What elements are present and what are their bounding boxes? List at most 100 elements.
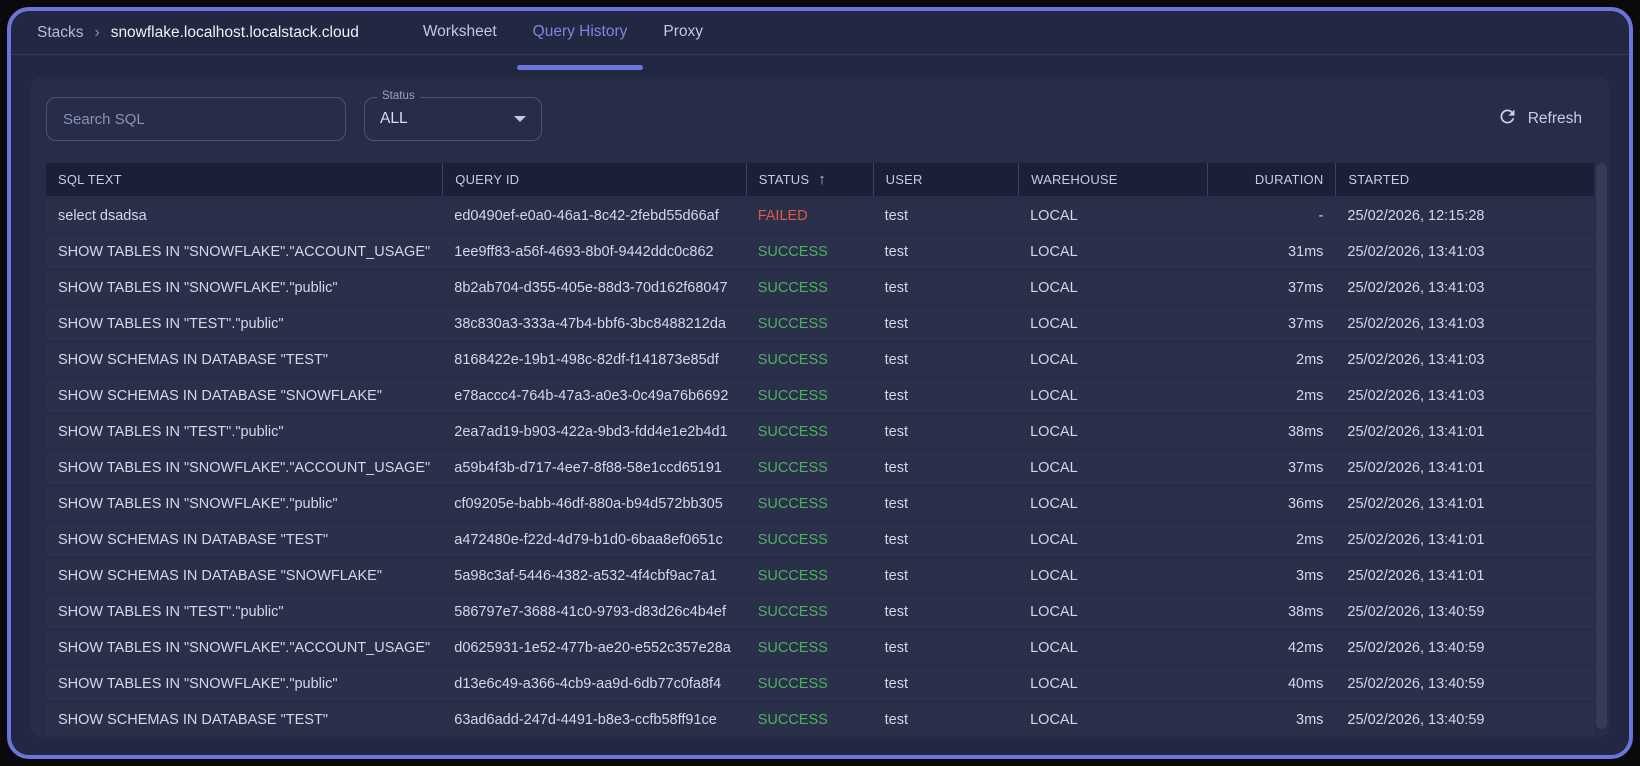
duration-cell: 37ms: [1287, 459, 1324, 476]
query-id-cell: 8b2ab704-d355-405e-88d3-70d162f68047: [454, 279, 728, 296]
column-header-status[interactable]: STATUS ↑: [745, 163, 873, 196]
vertical-scrollbar[interactable]: [1596, 163, 1607, 729]
warehouse-cell: LOCAL: [1030, 603, 1078, 620]
started-cell: 25/02/2026, 13:40:59: [1347, 675, 1485, 692]
query-history-panel: Status ALL Refresh SQL TEXTQUERY IDSTATU…: [30, 77, 1610, 737]
sql-text-cell: SHOW SCHEMAS IN DATABASE "SNOWFLAKE": [58, 567, 382, 584]
started-cell: 25/02/2026, 13:41:01: [1347, 459, 1485, 476]
user-cell: test: [884, 207, 908, 224]
table-row[interactable]: SHOW SCHEMAS IN DATABASE "SNOWFLAKE" e78a…: [46, 379, 1594, 412]
user-cell: test: [884, 675, 908, 692]
query-id-cell: d0625931-1e52-477b-ae20-e552c357e28a: [454, 639, 731, 656]
table-row[interactable]: SHOW TABLES IN "SNOWFLAKE"."ACCOUNT_USAG…: [46, 631, 1594, 664]
status-cell: SUCCESS: [757, 351, 828, 368]
user-cell: test: [884, 711, 908, 728]
table-row[interactable]: SHOW TABLES IN "TEST"."public" 38c830a3-3…: [46, 307, 1594, 340]
sql-text-cell: SHOW TABLES IN "TEST"."public": [58, 423, 284, 440]
duration-cell: 38ms: [1287, 603, 1324, 620]
started-cell: 25/02/2026, 13:41:03: [1347, 351, 1485, 368]
table-row[interactable]: SHOW TABLES IN "TEST"."public" 2ea7ad19-b…: [46, 415, 1594, 448]
column-header-user[interactable]: USER: [872, 163, 1019, 196]
status-cell: SUCCESS: [757, 279, 828, 296]
warehouse-cell: LOCAL: [1030, 531, 1078, 548]
query-id-cell: ed0490ef-e0a0-46a1-8c42-2febd55d66af: [454, 207, 719, 224]
query-id-cell: 586797e7-3688-41c0-9793-d83d26c4b4ef: [454, 603, 726, 620]
table-row[interactable]: SHOW SCHEMAS IN DATABASE "TEST" a472480e-…: [46, 523, 1594, 556]
query-id-cell: a472480e-f22d-4d79-b1d0-6baa8ef0651c: [454, 531, 723, 548]
warehouse-cell: LOCAL: [1030, 423, 1078, 440]
sort-ascending-icon: ↑: [818, 171, 826, 188]
column-header-sql-text[interactable]: SQL TEXT: [46, 163, 442, 196]
warehouse-cell: LOCAL: [1030, 315, 1078, 332]
started-cell: 25/02/2026, 13:40:59: [1347, 603, 1485, 620]
started-cell: 25/02/2026, 13:40:59: [1347, 639, 1485, 656]
query-id-cell: a59b4f3b-d717-4ee7-8f88-58e1ccd65191: [454, 459, 722, 476]
user-cell: test: [884, 639, 908, 656]
table-body: select dsadsa ed0490ef-e0a0-46a1-8c42-2fe…: [46, 199, 1594, 736]
status-cell: SUCCESS: [757, 387, 828, 404]
status-filter-select[interactable]: Status ALL: [364, 90, 542, 141]
sql-text-cell: SHOW SCHEMAS IN DATABASE "SNOWFLAKE": [58, 387, 382, 404]
user-cell: test: [884, 531, 908, 548]
started-cell: 25/02/2026, 13:41:03: [1347, 387, 1485, 404]
started-cell: 25/02/2026, 13:41:01: [1347, 567, 1485, 584]
refresh-button[interactable]: Refresh: [1497, 106, 1582, 132]
duration-cell: 2ms: [1296, 351, 1324, 368]
warehouse-cell: LOCAL: [1030, 279, 1078, 296]
query-id-cell: 5a98c3af-5446-4382-a532-4f4cbf9ac7a1: [454, 567, 718, 584]
table-row[interactable]: SHOW SCHEMAS IN DATABASE "TEST" 8168422e-…: [46, 343, 1594, 376]
sql-text-cell: SHOW TABLES IN "SNOWFLAKE"."public": [58, 279, 338, 296]
table-row[interactable]: SHOW TABLES IN "SNOWFLAKE"."ACCOUNT_USAG…: [46, 451, 1594, 484]
duration-cell: 3ms: [1296, 567, 1324, 584]
query-id-cell: 8168422e-19b1-498c-82df-f141873e85df: [454, 351, 719, 368]
table-row[interactable]: SHOW SCHEMAS IN DATABASE "SNOWFLAKE" 5a98…: [46, 559, 1594, 592]
query-id-cell: 1ee9ff83-a56f-4693-8b0f-9442ddc0c862: [454, 243, 714, 260]
warehouse-cell: LOCAL: [1030, 711, 1078, 728]
warehouse-cell: LOCAL: [1030, 387, 1078, 404]
tab-query-history[interactable]: Query History: [515, 11, 646, 70]
query-id-cell: cf09205e-babb-46df-880a-b94d572bb305: [454, 495, 723, 512]
query-history-table: SQL TEXT QUERY ID STATUS ↑ USER WAREHOUSE DURA…: [46, 163, 1594, 736]
chevron-down-icon: [514, 116, 526, 122]
breadcrumb-stacks-link[interactable]: Stacks: [37, 24, 84, 42]
table-row[interactable]: SHOW SCHEMAS IN DATABASE "TEST" 63ad6add-…: [46, 703, 1594, 736]
duration-cell: 36ms: [1287, 495, 1324, 512]
column-header-duration[interactable]: DURATION: [1206, 163, 1335, 196]
tab-proxy[interactable]: Proxy: [645, 11, 721, 55]
duration-cell: 37ms: [1287, 315, 1324, 332]
status-cell: SUCCESS: [757, 531, 828, 548]
table-row[interactable]: select dsadsa ed0490ef-e0a0-46a1-8c42-2fe…: [46, 199, 1594, 232]
search-sql-input[interactable]: [46, 97, 346, 141]
table-row[interactable]: SHOW TABLES IN "SNOWFLAKE"."public" cf092…: [46, 487, 1594, 520]
column-header-warehouse[interactable]: WAREHOUSE: [1018, 163, 1207, 196]
started-cell: 25/02/2026, 13:41:01: [1347, 531, 1485, 548]
column-header-query-id[interactable]: QUERY ID: [442, 163, 745, 196]
user-cell: test: [884, 351, 908, 368]
status-cell: SUCCESS: [757, 423, 828, 440]
user-cell: test: [884, 315, 908, 332]
sql-text-cell: SHOW TABLES IN "SNOWFLAKE"."ACCOUNT_USAG…: [58, 639, 431, 656]
status-cell: SUCCESS: [757, 315, 828, 332]
sql-text-cell: SHOW TABLES IN "SNOWFLAKE"."ACCOUNT_USAG…: [58, 243, 431, 260]
table-row[interactable]: SHOW TABLES IN "SNOWFLAKE"."public" d13e6…: [46, 667, 1594, 700]
status-filter-value: ALL: [380, 110, 408, 127]
table-row[interactable]: SHOW TABLES IN "SNOWFLAKE"."ACCOUNT_USAG…: [46, 235, 1594, 268]
user-cell: test: [884, 603, 908, 620]
sql-text-cell: SHOW SCHEMAS IN DATABASE "TEST": [58, 531, 328, 548]
sql-text-cell: select dsadsa: [58, 207, 147, 224]
duration-cell: 38ms: [1287, 423, 1324, 440]
warehouse-cell: LOCAL: [1030, 243, 1078, 260]
column-header-started[interactable]: STARTED: [1335, 163, 1594, 196]
table-row[interactable]: SHOW TABLES IN "SNOWFLAKE"."public" 8b2ab…: [46, 271, 1594, 304]
table-row[interactable]: SHOW TABLES IN "TEST"."public" 586797e7-3…: [46, 595, 1594, 628]
refresh-icon: [1497, 106, 1518, 132]
status-cell: SUCCESS: [757, 495, 828, 512]
status-cell: SUCCESS: [757, 459, 828, 476]
status-cell: SUCCESS: [757, 603, 828, 620]
tab-worksheet[interactable]: Worksheet: [405, 11, 515, 55]
refresh-button-label: Refresh: [1527, 110, 1582, 127]
user-cell: test: [884, 423, 908, 440]
table-header-row: SQL TEXT QUERY ID STATUS ↑ USER WAREHOUSE DURA…: [46, 163, 1594, 196]
warehouse-cell: LOCAL: [1030, 675, 1078, 692]
breadcrumb: Stacks › snowflake.localhost.localstack.…: [37, 24, 359, 42]
